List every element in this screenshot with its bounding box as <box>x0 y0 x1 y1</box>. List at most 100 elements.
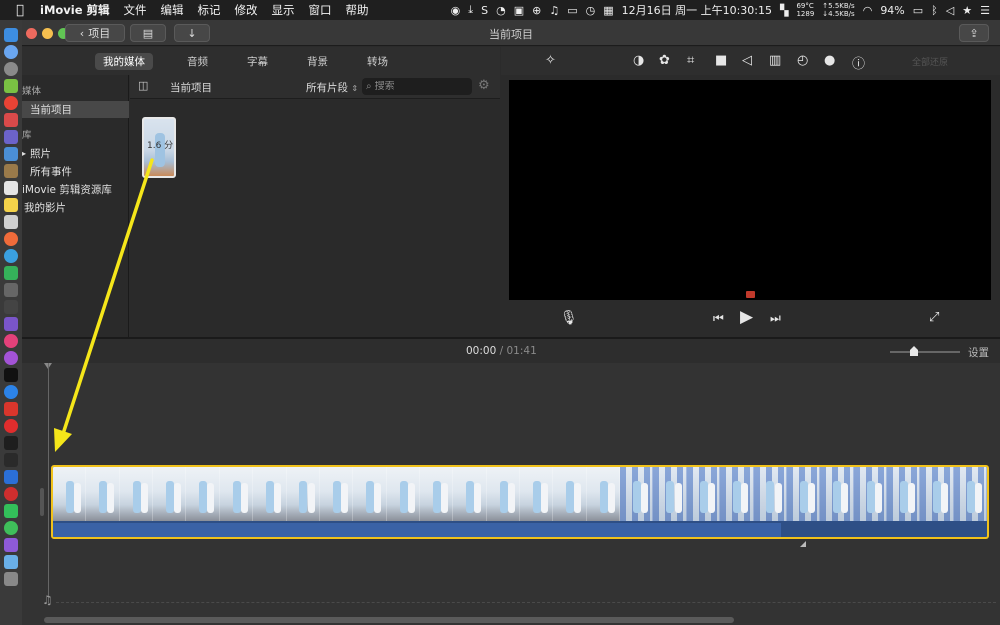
color-balance-icon[interactable]: ◑ <box>633 53 644 68</box>
reset-all-button[interactable]: 全部还原 <box>912 55 948 68</box>
playhead[interactable] <box>48 363 49 603</box>
skip-forward-icon[interactable]: ⏭ <box>770 311 781 326</box>
media-clip-thumbnail[interactable]: 1.6 分 <box>142 117 176 178</box>
calendar-icon[interactable]: ▦ <box>603 4 613 17</box>
activity-monitor-icon[interactable] <box>4 453 18 467</box>
disclosure-triangle-icon[interactable]: ▸ <box>22 149 26 158</box>
stickies-icon[interactable] <box>4 198 18 212</box>
s-square-icon[interactable]: ▣ <box>514 4 524 17</box>
menu-window[interactable]: 窗口 <box>309 2 332 18</box>
tab-backgrounds[interactable]: 背景 <box>307 54 328 69</box>
imovie-icon[interactable] <box>4 538 18 552</box>
music-track[interactable] <box>56 602 996 603</box>
tab-titles[interactable]: 字幕 <box>247 54 268 69</box>
crop-icon[interactable]: ⌗ <box>687 53 694 68</box>
sidebar-item-all-events[interactable]: 所有事件 <box>22 163 129 180</box>
podcasts-icon[interactable] <box>4 351 18 365</box>
menu-file[interactable]: 文件 <box>124 2 147 18</box>
battery-icon[interactable]: ▭ <box>913 4 923 17</box>
preview-icon[interactable] <box>4 215 18 229</box>
globe-icon[interactable]: ⊕ <box>532 4 541 17</box>
status-icon-1[interactable]: ◉ <box>451 4 461 17</box>
app-gray-icon[interactable] <box>4 283 18 297</box>
terminal-icon[interactable] <box>4 436 18 450</box>
search-input[interactable] <box>374 81 461 92</box>
s-app-icon[interactable]: S <box>481 4 488 17</box>
menu-modify[interactable]: 修改 <box>235 2 258 18</box>
speed-icon[interactable]: ◴ <box>797 53 808 68</box>
fullscreen-icon[interactable]: ⤢ <box>929 310 939 325</box>
facetime-icon[interactable] <box>4 266 18 280</box>
menu-view[interactable]: 显示 <box>272 2 295 18</box>
audio-fade-handle[interactable] <box>800 541 806 547</box>
microphone-icon[interactable]: 🎙 <box>560 310 578 326</box>
tab-audio[interactable]: 音频 <box>187 54 208 69</box>
app-dark-icon[interactable] <box>4 300 18 314</box>
chrome-icon[interactable] <box>4 96 18 110</box>
timeline-zoom-slider[interactable] <box>890 351 960 353</box>
toggle-sidebar-icon[interactable]: ◫ <box>138 79 148 92</box>
qq-icon[interactable]: ◔ <box>496 4 506 17</box>
bluetooth-icon[interactable]: ᛒ <box>931 4 938 17</box>
play-icon[interactable]: ▶ <box>740 307 753 327</box>
tab-my-media[interactable]: 我的媒体 <box>95 53 153 70</box>
battery-text[interactable]: 94% <box>880 4 904 17</box>
menu-extra-icon[interactable]: ▚ <box>780 4 788 17</box>
tab-transitions[interactable]: 转场 <box>367 54 388 69</box>
video-viewer[interactable] <box>509 80 991 300</box>
tv-icon[interactable] <box>4 368 18 382</box>
finder-icon[interactable] <box>4 28 18 42</box>
chat-icon[interactable] <box>4 521 18 535</box>
safari-icon[interactable] <box>4 62 18 76</box>
music-note-icon[interactable]: ♫ <box>549 4 559 17</box>
wifi-icon[interactable]: ◠ <box>863 4 873 17</box>
equalizer-icon[interactable]: ▥ <box>769 53 781 68</box>
search-field[interactable]: ⌕ <box>362 78 472 95</box>
magic-wand-icon[interactable]: ✧ <box>545 53 556 68</box>
control-list-icon[interactable]: ☰ <box>980 4 990 17</box>
timeline-settings-button[interactable]: 设置 <box>968 345 989 360</box>
sidebar-item-library[interactable]: iMovie 剪辑资源库 <box>22 181 129 198</box>
app-blue2-icon[interactable] <box>4 470 18 484</box>
launchpad-icon[interactable] <box>4 45 18 59</box>
wechat-icon[interactable] <box>4 504 18 518</box>
folder-icon[interactable] <box>4 555 18 569</box>
app-red-icon[interactable] <box>4 113 18 127</box>
gauge-icon[interactable]: ◷ <box>586 4 596 17</box>
skip-back-icon[interactable]: ⏮ <box>713 311 724 326</box>
vivaldi-icon[interactable] <box>4 402 18 416</box>
notes-icon[interactable] <box>4 164 18 178</box>
volume-icon[interactable]: ◁ <box>742 53 752 68</box>
menu-help[interactable]: 帮助 <box>346 2 369 18</box>
sidebar-item-photos[interactable]: ▸ 照片 <box>22 145 129 162</box>
gear-icon[interactable]: ⚙ <box>478 78 490 93</box>
clip-filter-select[interactable]: 所有片段 ⇕ <box>306 80 358 95</box>
message-icon[interactable]: ▭ <box>567 4 577 17</box>
app-store-icon[interactable] <box>4 385 18 399</box>
app-purple-icon[interactable] <box>4 130 18 144</box>
timeline-scrollbar[interactable] <box>44 617 734 623</box>
keynote-icon[interactable] <box>4 317 18 331</box>
info-icon[interactable]: ⓘ <box>852 53 865 72</box>
music-app-icon[interactable] <box>4 334 18 348</box>
photos-icon[interactable] <box>4 232 18 246</box>
menu-mark[interactable]: 标记 <box>198 2 221 18</box>
timeline-video-clip[interactable] <box>51 465 989 539</box>
messages-icon[interactable] <box>4 249 18 263</box>
android-icon[interactable] <box>4 79 18 93</box>
weibo-icon[interactable] <box>4 487 18 501</box>
yandex-icon[interactable] <box>4 419 18 433</box>
trash-icon[interactable] <box>4 572 18 586</box>
star-icon[interactable]: ★ <box>962 4 972 17</box>
calendar-app-icon[interactable] <box>4 181 18 195</box>
datetime-text[interactable]: 12月16日 周一 上午10:30:15 <box>622 2 772 18</box>
download-icon[interactable]: ⤓ <box>468 3 473 17</box>
sidebar-item-current-project[interactable]: 当前项目 <box>22 101 129 118</box>
color-palette-icon[interactable]: ✿ <box>659 53 670 68</box>
menu-edit[interactable]: 编辑 <box>161 2 184 18</box>
app-blue-icon[interactable] <box>4 147 18 161</box>
sidebar-item-my-movies[interactable]: 我的影片 <box>22 199 129 216</box>
timeline[interactable]: ♫ <box>22 363 1000 625</box>
share-button[interactable]: ⇪ <box>959 24 989 42</box>
apple-logo-icon[interactable]:  <box>0 3 40 18</box>
